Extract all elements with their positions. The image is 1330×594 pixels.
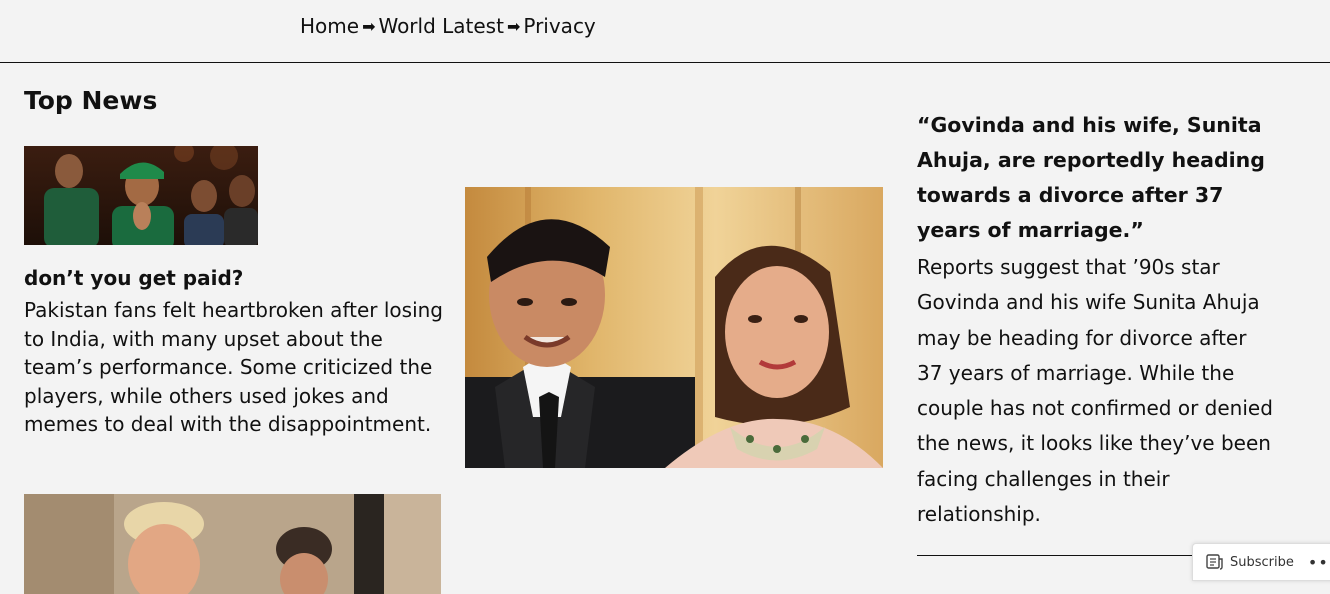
- nav-menu: Home ➡ World Latest ➡ Privacy: [300, 14, 596, 38]
- feature-body: Reports suggest that ’90s star Govinda a…: [917, 255, 1273, 527]
- article-excerpt: Pakistan fans felt heartbroken after los…: [24, 298, 443, 436]
- arrow-right-icon: ➡: [362, 16, 376, 36]
- section-title: Top News: [24, 86, 158, 115]
- feature-quote: “Govinda and his wife, Sunita Ahuja, are…: [917, 113, 1265, 242]
- article-thumbnail-cricket-fans[interactable]: [24, 146, 258, 245]
- subscribe-label: Subscribe: [1230, 554, 1294, 570]
- feature-image-couple[interactable]: [465, 187, 883, 468]
- more-options-icon[interactable]: •••: [1308, 553, 1330, 572]
- divider: [917, 555, 1207, 556]
- nav-link-privacy[interactable]: Privacy: [523, 14, 595, 38]
- subscribe-bar: Subscribe •••: [1192, 543, 1330, 581]
- nav-link-world-latest[interactable]: World Latest: [378, 14, 503, 38]
- nav-link-home[interactable]: Home: [300, 14, 359, 38]
- article-thumbnail-politicians[interactable]: [24, 494, 441, 594]
- reader-icon: [1206, 554, 1224, 570]
- top-nav: Home ➡ World Latest ➡ Privacy: [0, 0, 1330, 63]
- arrow-right-icon: ➡: [506, 16, 521, 36]
- article-title[interactable]: don’t you get paid?: [24, 266, 243, 290]
- subscribe-button[interactable]: Subscribe: [1193, 554, 1294, 570]
